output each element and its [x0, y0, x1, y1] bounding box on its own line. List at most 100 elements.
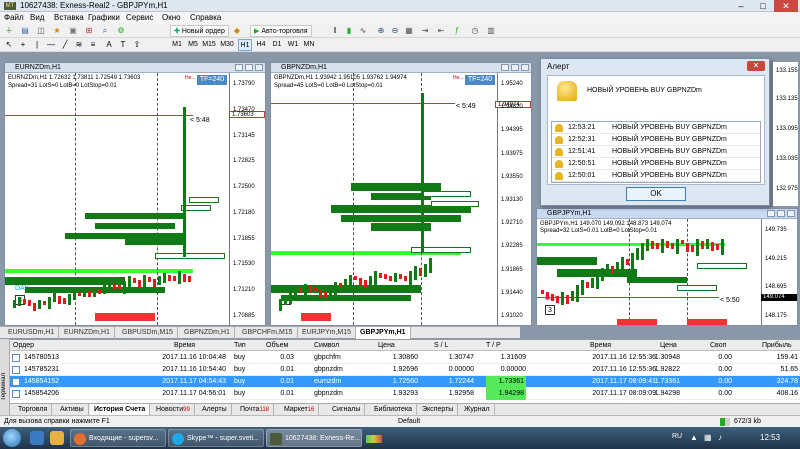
- column-header[interactable]: Прибыль: [762, 340, 792, 352]
- chart-window-gbpjpy[interactable]: GBPJPYm,H1 GBPJPYm,H1 149.070 149.092 14…: [536, 208, 798, 326]
- vertical-line-icon[interactable]: |: [32, 40, 42, 50]
- chart-window-gbpnzd[interactable]: GBPNZDm,H1 GBPNZDm,H1 1.93942 1.95105 1.…: [270, 62, 532, 326]
- menu-tools[interactable]: Сервис: [126, 13, 153, 22]
- horizontal-line-icon[interactable]: —: [46, 40, 56, 50]
- chart-tab[interactable]: EURUSDm,H1: [4, 327, 60, 339]
- column-header[interactable]: Цена: [378, 340, 395, 352]
- ok-button[interactable]: OK: [626, 187, 686, 201]
- explorer-icon[interactable]: [50, 431, 64, 445]
- zoom-out-icon[interactable]: ⊖: [390, 26, 400, 36]
- ie-icon[interactable]: [30, 431, 44, 445]
- tf-h4[interactable]: H4: [254, 39, 268, 51]
- channel-icon[interactable]: ≋: [74, 40, 84, 50]
- tf-w1[interactable]: W1: [286, 39, 300, 51]
- alert-close-button[interactable]: ✕: [747, 61, 765, 71]
- options-icon[interactable]: ⚙: [116, 26, 126, 36]
- chart-maximize-button[interactable]: [777, 210, 785, 217]
- column-header[interactable]: Тип: [234, 340, 246, 352]
- tester-icon[interactable]: ⌕: [100, 26, 110, 36]
- cursor-icon[interactable]: ↖: [4, 40, 14, 50]
- chart-minimize-button[interactable]: [767, 210, 775, 217]
- tf-m5[interactable]: M5: [186, 39, 200, 51]
- price-plot[interactable]: EURNZDm,H1 1.72632 1.73811 1.72549 1.736…: [5, 73, 229, 325]
- menu-file[interactable]: Файл: [4, 13, 24, 22]
- language-indicator[interactable]: RU: [672, 433, 682, 440]
- list-item[interactable]: 12:50:51 НОВЫЙ УРОВЕНЬ BUY GBPNZDm: [552, 158, 760, 170]
- menu-charts[interactable]: Графики: [88, 13, 120, 22]
- new-chart-icon[interactable]: ＋: [4, 26, 14, 36]
- alert-list[interactable]: 12:53:21 НОВЫЙ УРОВЕНЬ BUY GBPNZDm 12:52:…: [551, 121, 761, 183]
- start-button[interactable]: [3, 429, 21, 447]
- menu-help[interactable]: Справка: [190, 13, 221, 22]
- maximize-button[interactable]: □: [752, 0, 774, 12]
- column-header[interactable]: Ордер: [13, 340, 34, 352]
- chart-tab[interactable]: EURNZDm,H1: [60, 327, 115, 339]
- column-header[interactable]: S / L: [434, 340, 448, 352]
- chart-title-bar[interactable]: GBPNZDm,H1: [271, 63, 531, 73]
- tf-m30[interactable]: M30: [220, 39, 234, 51]
- tf-mn[interactable]: MN: [302, 39, 316, 51]
- metaeditor-icon[interactable]: ◆: [232, 26, 242, 36]
- tray-expand-icon[interactable]: ▲: [690, 433, 698, 442]
- text-tool-icon[interactable]: A: [104, 40, 114, 50]
- column-header[interactable]: T / P: [486, 340, 501, 352]
- table-row[interactable]: 145854206 2017.11.17 04:56:01 buy 0.01 gbpnz…: [10, 388, 800, 400]
- task-terminal[interactable]: 10627438: Exness-Re...: [266, 429, 362, 447]
- close-button[interactable]: ✕: [774, 0, 798, 12]
- column-header[interactable]: Время: [590, 340, 611, 352]
- menu-window[interactable]: Окно: [162, 13, 181, 22]
- profiles-icon[interactable]: ▤: [20, 26, 30, 36]
- list-item[interactable]: 12:50:01 НОВЫЙ УРОВЕНЬ BUY GBPNZDm: [552, 170, 760, 182]
- trendline-icon[interactable]: ╱: [60, 40, 70, 50]
- list-item[interactable]: 12:52:31 НОВЫЙ УРОВЕНЬ BUY GBPNZDm: [552, 134, 760, 146]
- navigator-icon[interactable]: ▣: [68, 26, 78, 36]
- tile-windows-icon[interactable]: ▦: [404, 26, 414, 36]
- terminal-side-tab[interactable]: Терминал: [0, 339, 10, 415]
- chart-close-button[interactable]: [787, 210, 795, 217]
- chart-tab[interactable]: GBPNZDm,H1: [180, 327, 235, 339]
- table-row[interactable]: 145854152 2017.11.17 04:54:43 buy 0.01 eurnz…: [10, 376, 800, 388]
- table-row[interactable]: 145780513 2017.11.16 10:04:48 buy 0.03 gbpch…: [10, 352, 800, 364]
- chart-title-bar[interactable]: GBPJPYm,H1: [537, 209, 797, 219]
- column-header[interactable]: Цена: [660, 340, 677, 352]
- tf-m1[interactable]: M1: [170, 39, 184, 51]
- crosshair-icon[interactable]: +: [18, 40, 28, 50]
- tf-d1[interactable]: D1: [270, 39, 284, 51]
- autoscroll-icon[interactable]: ⇥: [420, 26, 430, 36]
- templates-icon[interactable]: ▥: [486, 26, 496, 36]
- periods-icon[interactable]: ◷: [470, 26, 480, 36]
- market-watch-icon[interactable]: ◫: [36, 26, 46, 36]
- table-row[interactable]: 145785231 2017.11.16 10:54:40 buy 0.01 gbpnz…: [10, 364, 800, 376]
- menu-view[interactable]: Вид: [30, 13, 44, 22]
- column-header[interactable]: Символ: [314, 340, 339, 352]
- autotrade-button[interactable]: ▶ Авто-торговля: [250, 25, 312, 37]
- chart-minimize-button[interactable]: [235, 64, 243, 71]
- task-skype[interactable]: Skype™ - super.sveti...: [168, 429, 264, 447]
- network-icon[interactable]: ▦: [704, 433, 712, 442]
- chart-minimize-button[interactable]: [501, 64, 509, 71]
- chart-maximize-button[interactable]: [245, 64, 253, 71]
- list-item[interactable]: 12:51:41 НОВЫЙ УРОВЕНЬ BUY GBPNZDm: [552, 146, 760, 158]
- data-window-icon[interactable]: ★: [52, 26, 62, 36]
- column-header[interactable]: Своп: [710, 340, 726, 352]
- label-tool-icon[interactable]: T: [118, 40, 128, 50]
- line-chart-icon[interactable]: ∿: [358, 26, 368, 36]
- zoom-in-icon[interactable]: ⊕: [376, 26, 386, 36]
- chart-tab[interactable]: GBPUSDm,M15: [118, 327, 178, 339]
- clock[interactable]: 12:53: [760, 433, 780, 442]
- volume-icon[interactable]: ♪: [718, 433, 722, 442]
- tf-m15[interactable]: M15: [202, 39, 216, 51]
- task-mail[interactable]: Входящие - supersv...: [70, 429, 166, 447]
- bar-chart-icon[interactable]: ‖: [330, 26, 340, 36]
- terminal-icon[interactable]: ⊞: [84, 26, 94, 36]
- column-header[interactable]: Объем: [266, 340, 288, 352]
- chart-title-bar[interactable]: EURNZDm,H1: [5, 63, 265, 73]
- chart-close-button[interactable]: [255, 64, 263, 71]
- minimize-button[interactable]: –: [730, 0, 752, 12]
- chart-maximize-button[interactable]: [511, 64, 519, 71]
- chart-window-eurnzd[interactable]: EURNZDm,H1 EURNZDm,H1 1.72632 1.73811 1.…: [4, 62, 266, 326]
- price-plot[interactable]: GBPJPYm,H1 149.070 149.092 148.873 149.0…: [537, 219, 761, 325]
- menu-insert[interactable]: Вставка: [54, 13, 84, 22]
- column-header[interactable]: Время: [174, 340, 195, 352]
- candle-chart-icon[interactable]: ▮: [344, 26, 354, 36]
